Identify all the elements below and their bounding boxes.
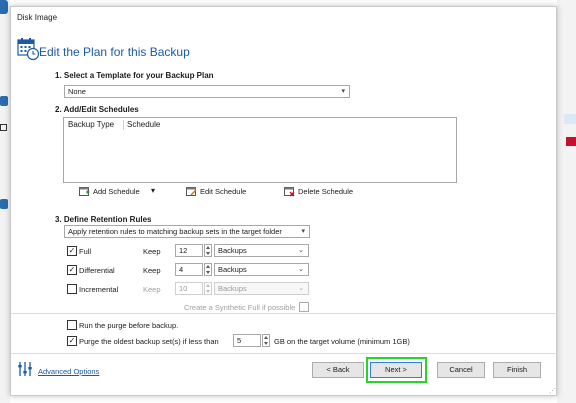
full-keep-input[interactable]: 12 <box>175 244 203 257</box>
advanced-options-link[interactable]: Advanced Options <box>38 367 99 376</box>
differential-keep-label: Keep <box>143 266 161 275</box>
background-blue-tile <box>564 114 576 124</box>
background-checkbox-icon <box>0 124 7 131</box>
differential-keep-value: 4 <box>179 265 184 274</box>
chevron-down-icon: ⌄ <box>298 266 304 273</box>
edit-schedule-button[interactable]: Edit Schedule <box>186 186 246 197</box>
chevron-down-icon: ▾ <box>301 228 305 235</box>
purge-oldest-spinner[interactable] <box>262 334 270 347</box>
retention-rule-value: Apply retention rules to matching backup… <box>68 227 282 236</box>
synthetic-full-checkbox[interactable] <box>299 302 309 312</box>
edit-schedule-label: Edit Schedule <box>200 187 247 196</box>
app-logo-icon <box>0 0 8 14</box>
incremental-keep-label: Keep <box>143 285 161 294</box>
background-red-tile <box>566 137 576 146</box>
full-unit-value: Backups <box>218 246 247 255</box>
add-schedule-dropdown-icon[interactable]: ▾ <box>151 186 155 195</box>
retention-heading: 3. Define Retention Rules <box>55 215 152 224</box>
full-label: Full <box>79 247 92 256</box>
delete-schedule-label: Delete Schedule <box>298 187 354 196</box>
differential-unit-value: Backups <box>218 265 247 274</box>
template-select-value: None <box>68 87 86 96</box>
incremental-keep-value: 10 <box>179 284 188 293</box>
page-title: Edit the Plan for this Backup <box>39 45 190 59</box>
next-button-highlight <box>366 357 427 383</box>
full-checkbox[interactable]: ✓ <box>67 246 77 256</box>
delete-schedule-button[interactable]: Delete Schedule <box>284 186 353 197</box>
purge-oldest-input[interactable]: 5 <box>233 334 261 347</box>
add-schedule-button[interactable]: Add Schedule <box>79 186 140 197</box>
retention-rule-select[interactable]: Apply retention rules to matching backup… <box>64 225 310 238</box>
purge-oldest-suffix: GB on the target volume (minimum 1GB) <box>274 337 410 346</box>
differential-keep-input[interactable]: 4 <box>175 263 203 276</box>
footer-divider <box>11 353 558 354</box>
full-keep-value: 12 <box>179 246 188 255</box>
schedules-table[interactable]: Backup Type Schedule <box>63 117 457 183</box>
synthetic-full-label: Create a Synthetic Full if possible <box>184 303 296 312</box>
chevron-down-icon: ▾ <box>341 88 345 95</box>
run-purge-before-checkbox[interactable] <box>67 320 77 330</box>
incremental-keep-input[interactable]: 10 <box>175 282 203 295</box>
section-divider <box>11 313 558 314</box>
incremental-unit-value: Backups <box>218 284 247 293</box>
dialog-title: Disk Image <box>17 13 58 22</box>
calendar-clock-icon <box>17 37 40 63</box>
full-keep-label: Keep <box>143 247 161 256</box>
full-unit-select[interactable]: Backups ⌄ <box>214 244 309 257</box>
add-calendar-icon <box>79 187 90 196</box>
template-select[interactable]: None ▾ <box>64 85 350 98</box>
incremental-unit-select[interactable]: Backups ⌄ <box>214 282 309 295</box>
edit-calendar-icon <box>186 187 197 196</box>
chevron-down-icon: ⌄ <box>298 285 304 292</box>
incremental-label: Incremental <box>79 285 119 294</box>
run-purge-before-label: Run the purge before backup. <box>79 321 179 330</box>
finish-button[interactable]: Finish <box>493 362 541 378</box>
back-button[interactable]: < Back <box>312 362 364 378</box>
chevron-down-icon: ⌄ <box>298 247 304 254</box>
purge-oldest-checkbox[interactable]: ✓ <box>67 336 77 346</box>
background-tool-icon <box>0 96 8 106</box>
background-app-right-strip <box>557 0 576 403</box>
full-keep-spinner[interactable] <box>204 244 212 257</box>
cancel-button[interactable]: Cancel <box>437 362 485 378</box>
disk-image-dialog: Disk Image Edit the Plan for this Backup… <box>10 6 558 396</box>
sliders-icon[interactable] <box>17 361 33 379</box>
column-divider <box>123 120 124 130</box>
incremental-checkbox[interactable] <box>67 284 77 294</box>
background-tool-icon-2 <box>0 199 8 209</box>
incremental-keep-spinner[interactable] <box>204 282 212 295</box>
column-header-schedule: Schedule <box>127 120 161 129</box>
resize-grip-icon[interactable]: ⋰ <box>549 387 556 395</box>
column-header-backup-type: Backup Type <box>68 120 115 129</box>
template-heading: 1. Select a Template for your Backup Pla… <box>55 71 214 80</box>
add-schedule-label: Add Schedule <box>93 187 140 196</box>
purge-oldest-label: Purge the oldest backup set(s) if less t… <box>79 337 219 346</box>
differential-unit-select[interactable]: Backups ⌄ <box>214 263 309 276</box>
delete-calendar-icon <box>284 187 295 197</box>
schedules-heading: 2. Add/Edit Schedules <box>55 105 139 114</box>
purge-oldest-value: 5 <box>237 336 242 345</box>
differential-keep-spinner[interactable] <box>204 263 212 276</box>
differential-checkbox[interactable]: ✓ <box>67 265 77 275</box>
differential-label: Differential <box>79 266 115 275</box>
